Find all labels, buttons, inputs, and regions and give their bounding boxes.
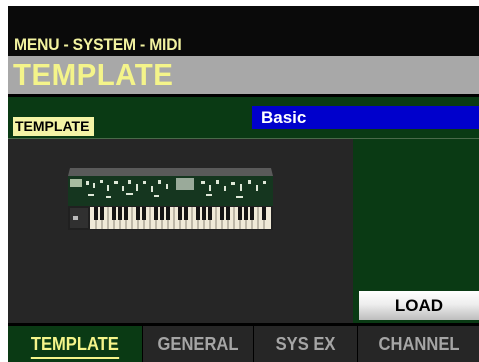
tab-sys-ex-label: SYS EX bbox=[275, 334, 336, 354]
tab-template[interactable]: TEMPLATE bbox=[8, 326, 142, 362]
tab-general-label: GENERAL bbox=[157, 334, 239, 354]
template-value-field[interactable]: Basic bbox=[252, 106, 479, 129]
tab-channel[interactable]: CHANNEL bbox=[358, 326, 479, 362]
breadcrumb: MENU - SYSTEM - MIDI bbox=[14, 35, 182, 54]
tab-general[interactable]: GENERAL bbox=[143, 326, 253, 362]
load-button[interactable]: LOAD bbox=[359, 291, 479, 320]
page-title: TEMPLATE bbox=[13, 57, 174, 92]
tab-bar: TEMPLATE GENERAL SYS EX CHANNEL bbox=[8, 326, 479, 362]
keyboard-instrument-icon bbox=[66, 166, 275, 232]
organ-image bbox=[68, 168, 273, 230]
display-screen: MENU - SYSTEM - MIDI TEMPLATE Basic TEMP… bbox=[8, 6, 479, 362]
tab-sys-ex[interactable]: SYS EX bbox=[254, 326, 357, 362]
template-param-label: TEMPLATE bbox=[13, 117, 95, 136]
pane-divider bbox=[353, 139, 355, 323]
tab-channel-label: CHANNEL bbox=[378, 334, 459, 354]
tab-template-label: TEMPLATE bbox=[30, 331, 120, 359]
